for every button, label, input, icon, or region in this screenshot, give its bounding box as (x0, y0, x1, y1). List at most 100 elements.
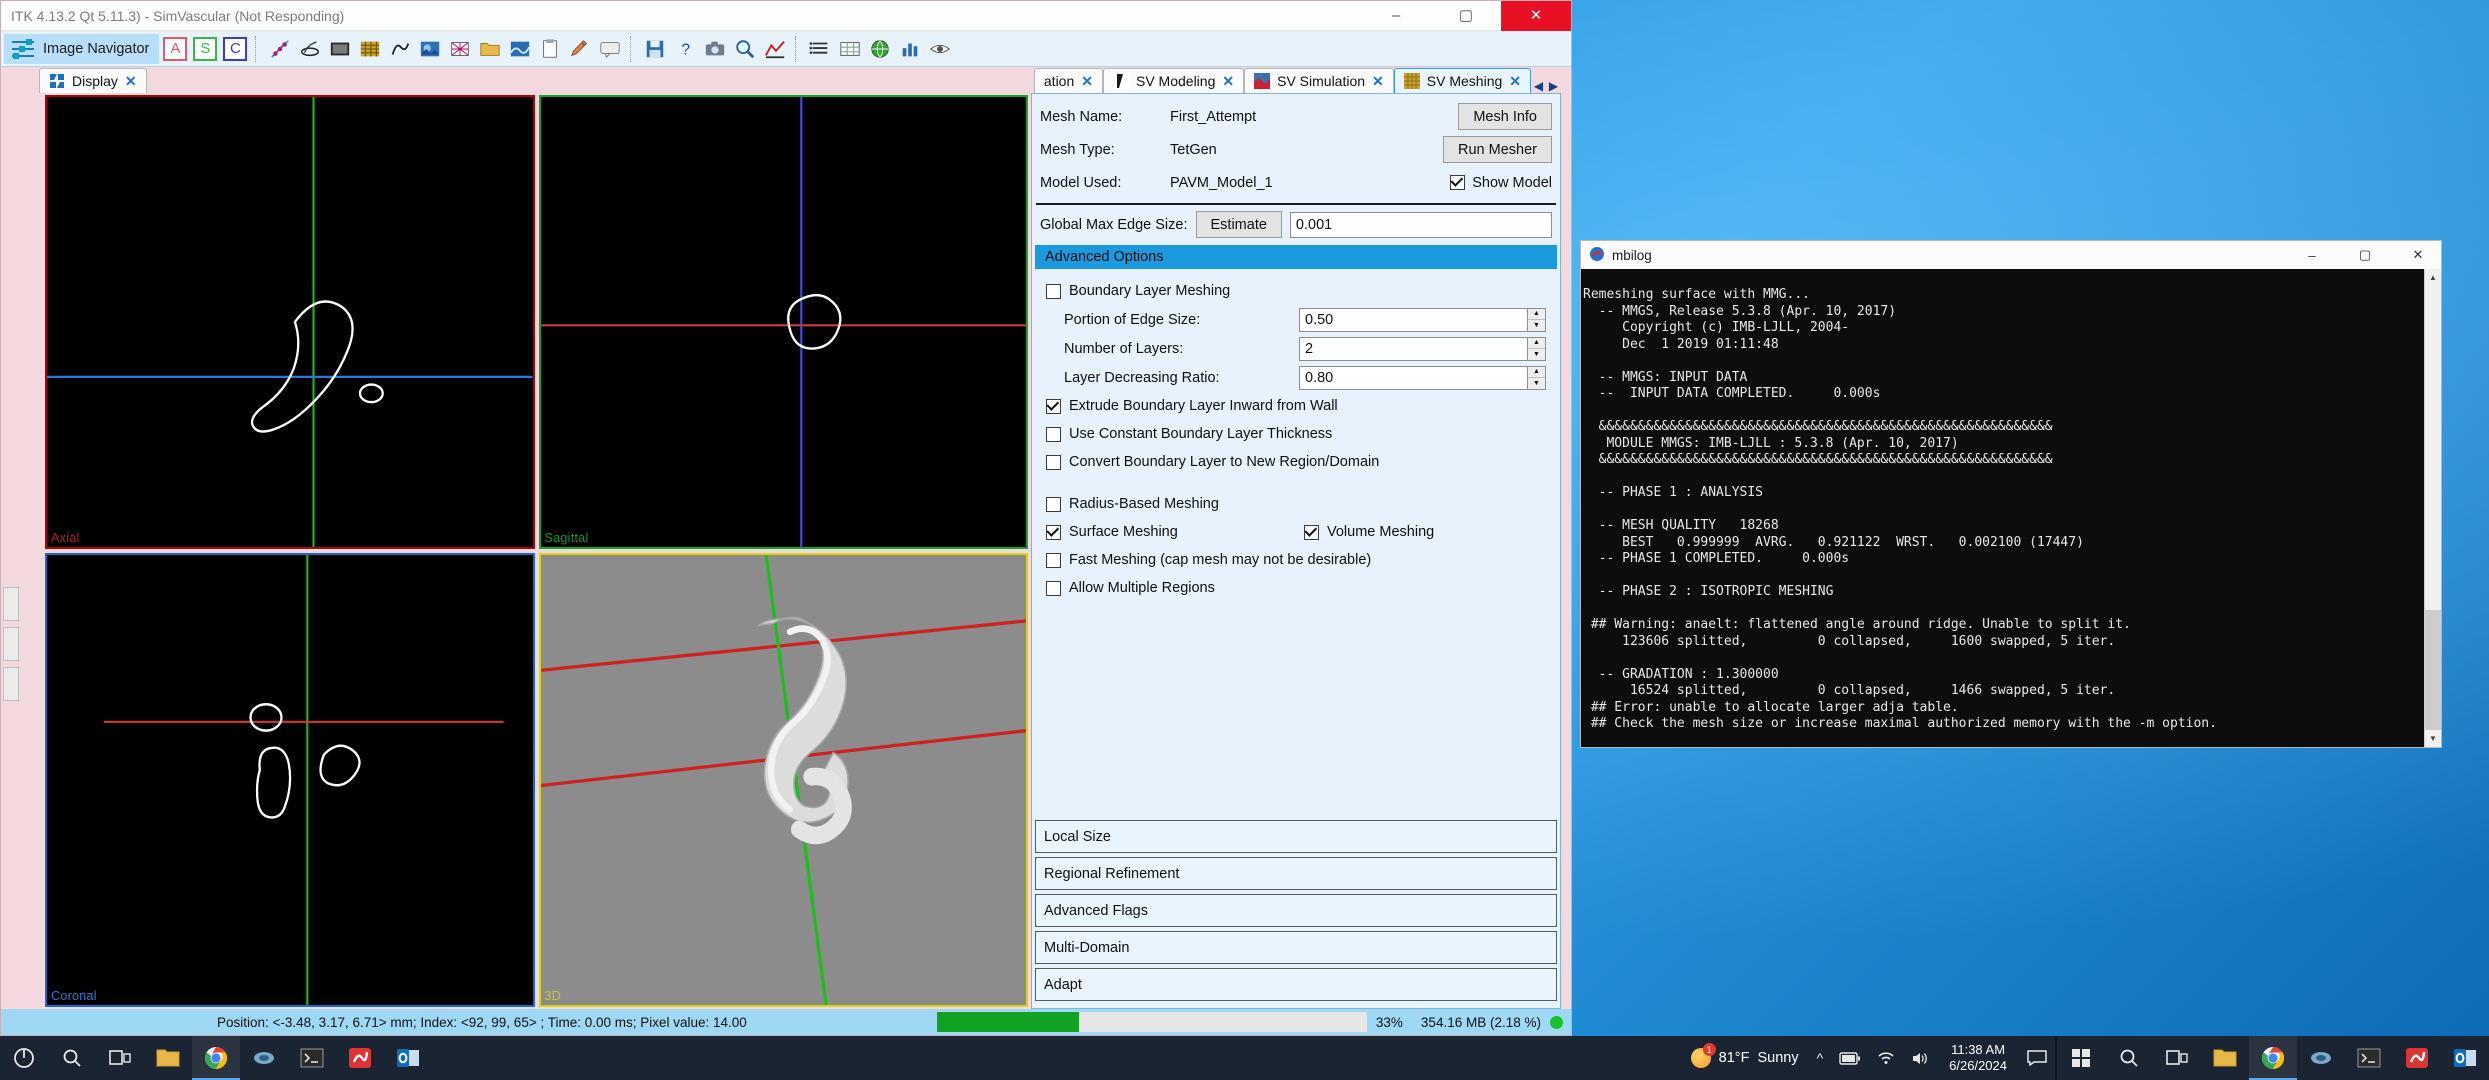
portion-of-edge-size-stepper[interactable]: ▲ ▼ (1299, 307, 1546, 332)
volume-meshing-checkbox[interactable] (1304, 524, 1319, 540)
plane-a-button[interactable]: A (161, 35, 189, 63)
zoom-icon[interactable] (731, 35, 759, 63)
volume-icon[interactable] (1903, 1051, 1937, 1066)
tab-sv-meshing[interactable]: SV Meshing ✕ (1393, 68, 1531, 93)
chevron-up-icon[interactable]: ^ (1809, 1050, 1832, 1066)
section-adapt[interactable]: Adapt (1035, 968, 1557, 1001)
close-button[interactable]: ✕ (1501, 0, 1571, 31)
taskbar-file-explorer-icon[interactable] (144, 1036, 192, 1080)
task-view-button[interactable] (96, 1036, 144, 1080)
use-constant-thickness-checkbox[interactable] (1046, 426, 1061, 442)
tab-prev-arrow-icon[interactable]: ◀ (1531, 79, 1546, 93)
plane-c-button[interactable]: C (221, 35, 249, 63)
section-regional-refinement[interactable]: Regional Refinement (1035, 857, 1557, 890)
spin-up-icon[interactable]: ▲ (1528, 309, 1545, 320)
taskbar-clock[interactable]: 11:38 AM 6/26/2024 (1937, 1042, 2019, 1074)
layer-decreasing-ratio-spin-buttons[interactable]: ▲ ▼ (1527, 365, 1546, 390)
taskbar-outlook-icon[interactable] (384, 1036, 432, 1080)
convert-boundary-layer-row[interactable]: Convert Boundary Layer to New Region/Dom… (1046, 448, 1546, 476)
image-stack-icon[interactable] (326, 35, 354, 63)
mbilog-scroll-thumb[interactable] (2425, 610, 2441, 730)
screenshot-icon[interactable] (701, 35, 729, 63)
chart-icon[interactable] (896, 35, 924, 63)
viewport-axial[interactable]: Axial (45, 95, 535, 549)
save-icon[interactable] (641, 35, 669, 63)
surface-meshing-row[interactable]: Surface Meshing (1046, 518, 1304, 546)
battery-icon[interactable] (1831, 1051, 1869, 1065)
volume-meshing-row[interactable]: Volume Meshing (1304, 518, 1434, 546)
tab-next-arrow-icon[interactable]: ▶ (1546, 79, 1561, 93)
taskbar-terminal-icon[interactable] (288, 1036, 336, 1080)
model-icon[interactable] (386, 35, 414, 63)
folder-icon[interactable] (476, 35, 504, 63)
tab-display-close-icon[interactable]: ✕ (125, 73, 137, 90)
taskbar-simvascular-icon[interactable] (336, 1036, 384, 1080)
spin-up-icon[interactable]: ▲ (1528, 338, 1545, 349)
left-dock-tab-3[interactable] (3, 667, 19, 701)
allow-multiple-regions-row[interactable]: Allow Multiple Regions (1046, 574, 1546, 602)
radius-based-meshing-row[interactable]: Radius-Based Meshing (1046, 490, 1546, 518)
segmentation-icon[interactable] (296, 35, 324, 63)
task-view-button-secondary[interactable] (2153, 1036, 2201, 1080)
mbilog-scrollbar[interactable]: ▲ ▼ (2424, 269, 2441, 747)
estimate-button[interactable]: Estimate (1195, 211, 1282, 238)
globe-icon[interactable] (866, 35, 894, 63)
section-local-size[interactable]: Local Size (1035, 820, 1557, 853)
taskbar-terminal-icon-secondary[interactable] (2345, 1036, 2393, 1080)
tab-segmentation-close-icon[interactable]: ✕ (1081, 73, 1093, 90)
left-dock-tab-2[interactable] (3, 627, 19, 661)
taskbar-simvascular-icon-secondary[interactable] (2393, 1036, 2441, 1080)
section-multi-domain[interactable]: Multi-Domain (1035, 931, 1557, 964)
taskbar-weather-widget[interactable]: 1 81°F Sunny (1681, 1043, 1809, 1068)
texture-icon[interactable] (356, 35, 384, 63)
start-button[interactable] (0, 1036, 48, 1080)
start-button-secondary[interactable] (2057, 1036, 2105, 1080)
mbilog-scroll-track[interactable] (2425, 286, 2441, 730)
spin-down-icon[interactable]: ▼ (1528, 378, 1545, 389)
left-dock-tab-1[interactable] (3, 587, 19, 621)
global-max-edge-input[interactable] (1289, 211, 1552, 238)
boundary-layer-meshing-row[interactable]: Boundary Layer Meshing (1046, 277, 1546, 305)
taskbar-outlook-icon-secondary[interactable] (2441, 1036, 2489, 1080)
table-icon[interactable] (836, 35, 864, 63)
plane-s-button[interactable]: S (191, 35, 219, 63)
volume-render-icon[interactable] (416, 35, 444, 63)
spin-down-icon[interactable]: ▼ (1528, 320, 1545, 331)
taskbar-file-explorer-icon-secondary[interactable] (2201, 1036, 2249, 1080)
viewport-sagittal[interactable]: Sagittal (538, 95, 1028, 549)
pencil-icon[interactable] (566, 35, 594, 63)
taskbar-paraview-icon[interactable] (240, 1036, 288, 1080)
spin-down-icon[interactable]: ▼ (1528, 349, 1545, 360)
tab-sv-simulation-close-icon[interactable]: ✕ (1372, 73, 1384, 90)
spin-up-icon[interactable]: ▲ (1528, 367, 1545, 378)
taskbar-chrome-icon[interactable] (192, 1036, 240, 1080)
number-of-layers-stepper[interactable]: ▲ ▼ (1299, 336, 1546, 361)
scroll-up-arrow-icon[interactable]: ▲ (2425, 269, 2441, 286)
run-mesher-button[interactable]: Run Mesher (1443, 136, 1552, 163)
layer-decreasing-ratio-input[interactable] (1299, 365, 1527, 390)
maximize-button[interactable]: ▢ (1431, 1, 1501, 31)
viewport-coronal[interactable]: Coronal (45, 553, 535, 1007)
search-button[interactable] (48, 1036, 96, 1080)
minimize-button[interactable]: – (1361, 1, 1431, 31)
taskbar-paraview-icon-secondary[interactable] (2297, 1036, 2345, 1080)
show-model-checkbox[interactable] (1450, 175, 1466, 190)
memory-status-indicator-icon[interactable] (1550, 1015, 1563, 1029)
tab-segmentation[interactable]: ation ✕ (1033, 68, 1103, 93)
allow-multiple-regions-checkbox[interactable] (1046, 580, 1061, 596)
layer-decreasing-ratio-stepper[interactable]: ▲ ▼ (1299, 365, 1546, 390)
colormap-icon[interactable] (761, 35, 789, 63)
notification-icon[interactable] (2019, 1050, 2055, 1066)
path-icon[interactable] (266, 35, 294, 63)
extrude-boundary-layer-checkbox[interactable] (1046, 398, 1061, 414)
fast-meshing-row[interactable]: Fast Meshing (cap mesh may not be desira… (1046, 546, 1546, 574)
mesh-icon[interactable] (446, 35, 474, 63)
boundary-layer-meshing-checkbox[interactable] (1046, 283, 1061, 299)
tab-sv-simulation[interactable]: SV Simulation ✕ (1244, 68, 1394, 93)
mesh-info-button[interactable]: Mesh Info (1458, 103, 1552, 130)
fast-meshing-checkbox[interactable] (1046, 552, 1061, 568)
help-icon[interactable]: ? (671, 35, 699, 63)
clipboard-icon[interactable] (536, 35, 564, 63)
search-button-secondary[interactable] (2105, 1036, 2153, 1080)
taskbar-chrome-icon-secondary[interactable] (2249, 1036, 2297, 1080)
